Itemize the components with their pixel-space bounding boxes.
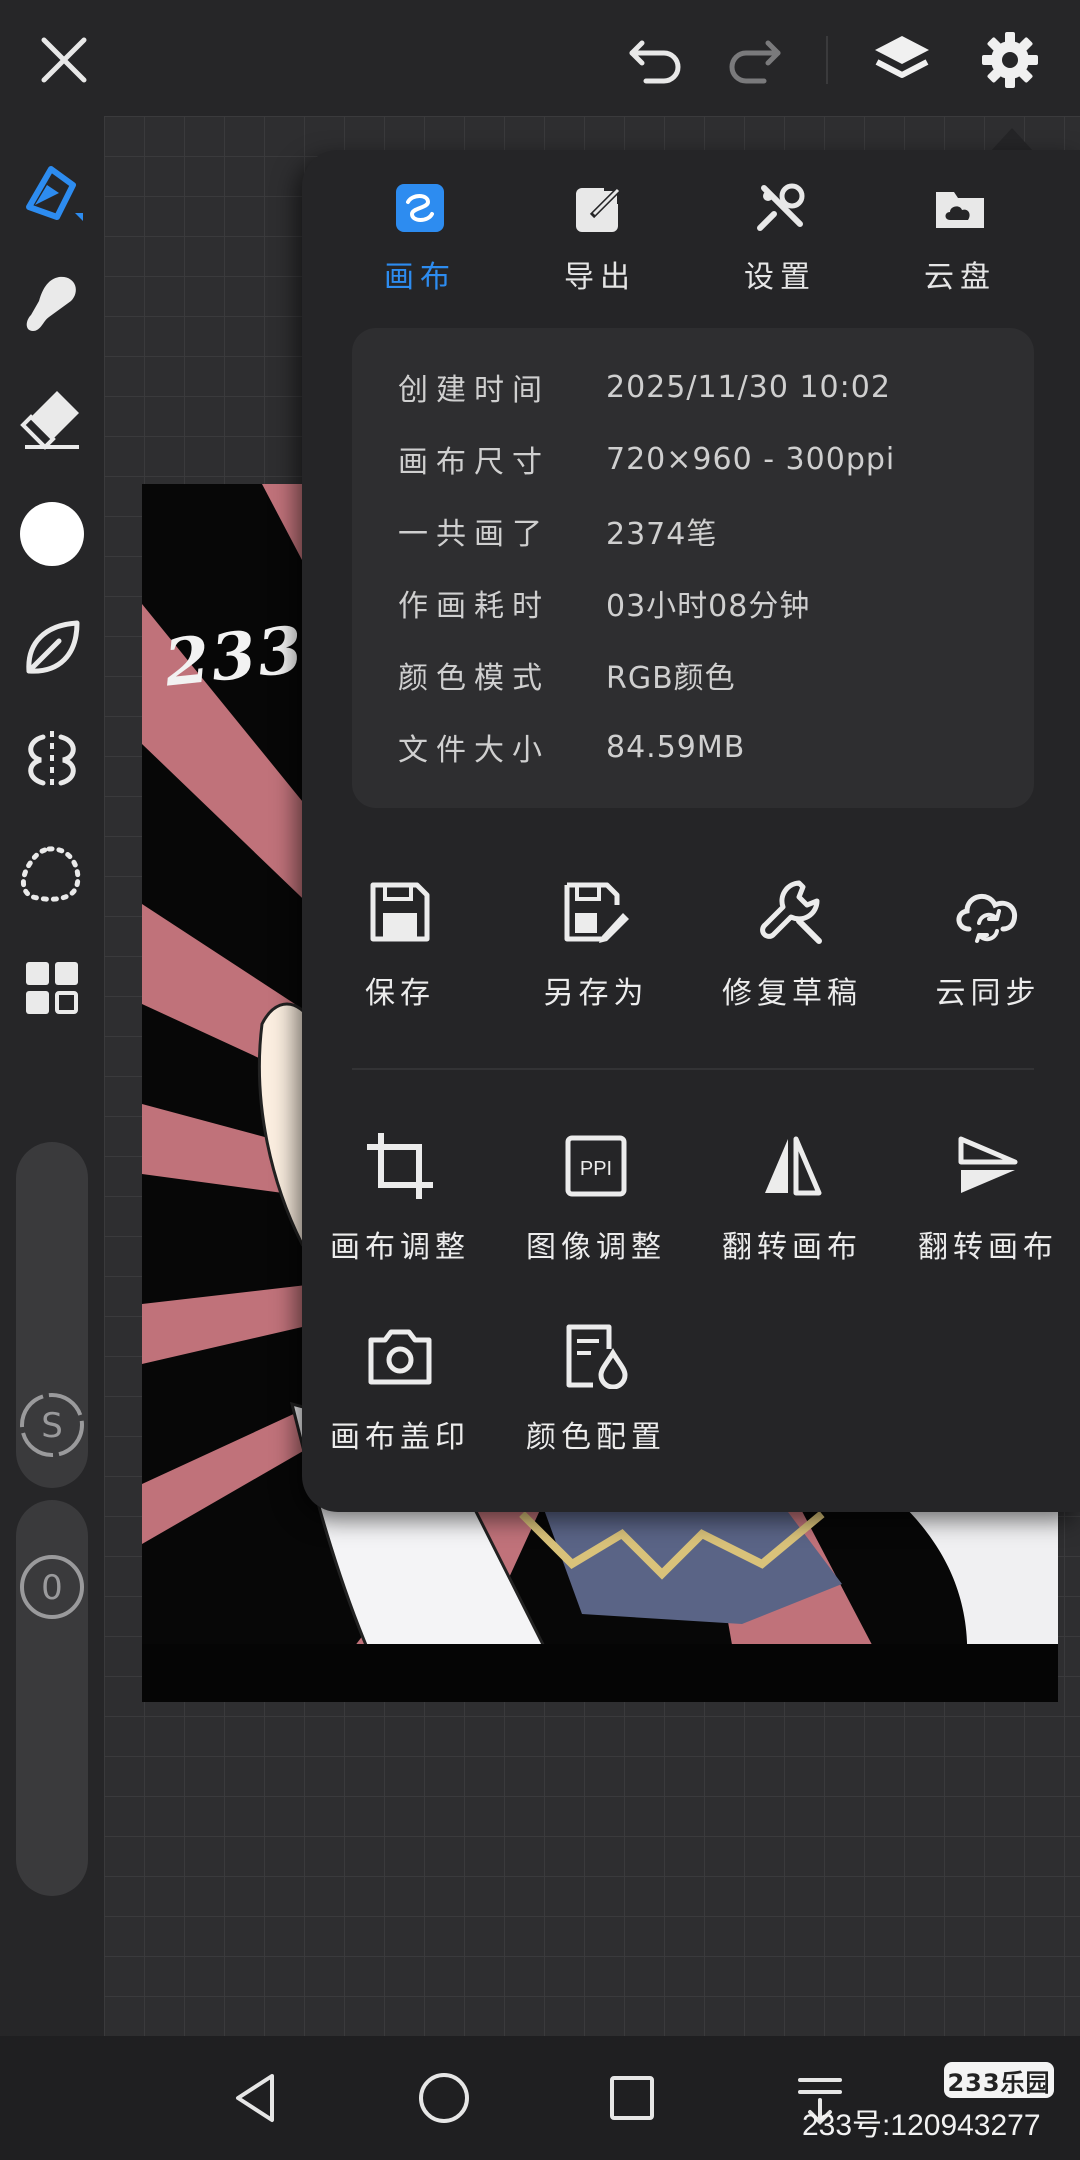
tab-settings[interactable]: 设置 (700, 182, 860, 312)
brush-icon[interactable] (14, 154, 90, 230)
eraser-icon[interactable] (14, 380, 90, 456)
svg-text:0: 0 (41, 1568, 63, 1608)
opacity-badge[interactable]: 0 (17, 1552, 87, 1622)
info-row-duration: 作画耗时 03小时08分钟 (398, 589, 811, 624)
camera-icon (360, 1316, 440, 1396)
info-row-file-size: 文件大小 84.59MB (398, 729, 746, 769)
canvas-adjust-label: 画布调整 (330, 1230, 470, 1265)
info-row-color-mode: 颜色模式 RGB颜色 (398, 661, 736, 696)
flip-canvas-horizontal-button[interactable]: 翻转画布 (694, 1126, 890, 1266)
lasso-icon[interactable] (14, 836, 90, 912)
tab-canvas[interactable]: 画布 (340, 182, 500, 312)
canvas-stamp-label: 画布盖印 (330, 1420, 470, 1455)
tab-export-label: 导出 (564, 260, 636, 295)
canvas-icon (394, 182, 446, 234)
canvas-stamp-button[interactable]: 画布盖印 (302, 1316, 498, 1456)
back-icon[interactable] (220, 2062, 292, 2134)
cloud-folder-icon (934, 182, 986, 234)
flip-canvas-horizontal-label: 翻转画布 (722, 1230, 862, 1265)
panel-divider (352, 1068, 1034, 1070)
info-row-created: 创建时间 2025/11/30 10:02 (398, 369, 891, 409)
tools-icon (754, 182, 806, 234)
canvas-adjust-button[interactable]: 画布调整 (302, 1126, 498, 1266)
tab-canvas-label: 画布 (384, 260, 456, 295)
save-as-icon (556, 872, 636, 952)
save-as-button[interactable]: 另存为 (498, 872, 694, 1012)
symmetry-icon[interactable] (14, 722, 90, 798)
image-adjust-label: 图像调整 (526, 1230, 666, 1265)
flip-vertical-icon (948, 1126, 1028, 1206)
svg-text:S: S (41, 1406, 63, 1446)
repair-draft-button[interactable]: 修复草稿 (694, 872, 890, 1012)
ppi-icon: PPI (556, 1126, 636, 1206)
gear-icon[interactable] (972, 22, 1048, 98)
save-as-label: 另存为 (543, 976, 649, 1011)
brush-size-badge[interactable]: S (17, 1390, 87, 1460)
save-label: 保存 (365, 976, 435, 1011)
wrench-icon (752, 872, 832, 952)
grid-icon[interactable] (14, 950, 90, 1026)
tab-cloud-drive-label: 云盘 (924, 260, 996, 295)
top-bar (0, 0, 1080, 116)
svg-text:PPI: PPI (580, 1158, 612, 1180)
toolbar-separator (826, 36, 828, 84)
layers-icon[interactable] (864, 22, 940, 98)
crop-icon (360, 1126, 440, 1206)
redo-icon[interactable] (716, 22, 792, 98)
cloud-sync-icon (948, 872, 1028, 952)
export-icon (574, 182, 626, 234)
close-icon[interactable] (26, 22, 102, 98)
panel-pointer (990, 128, 1034, 152)
color-profile-icon (556, 1316, 636, 1396)
canvas-settings-panel: 画布 导出 设置 云盘 创建时间 2025/11/30 10:02 画布尺寸 720… (302, 150, 1080, 1512)
image-adjust-button[interactable]: PPI 图像调整 (498, 1126, 694, 1266)
flip-canvas-vertical-button[interactable]: 翻转画布 (890, 1126, 1080, 1266)
user-id-watermark: 233号:120943277 (802, 2109, 1041, 2142)
tab-cloud-drive[interactable]: 云盘 (880, 182, 1040, 312)
home-icon[interactable] (408, 2062, 480, 2134)
tab-settings-label: 设置 (744, 260, 816, 295)
undo-icon[interactable] (618, 22, 694, 98)
flip-horizontal-icon (752, 1126, 832, 1206)
smudge-icon[interactable] (14, 266, 90, 342)
save-button[interactable]: 保存 (302, 872, 498, 1012)
canvas-info-box: 创建时间 2025/11/30 10:02 画布尺寸 720×960 - 300pp… (352, 328, 1034, 808)
brand-badge: 233乐园 (944, 2062, 1054, 2098)
recents-icon[interactable] (596, 2062, 668, 2134)
color-profile-label: 颜色配置 (526, 1420, 666, 1455)
save-icon (360, 872, 440, 952)
color-profile-button[interactable]: 颜色配置 (498, 1316, 694, 1456)
info-row-strokes: 一共画了 2374笔 (398, 517, 718, 552)
info-row-size: 画布尺寸 720×960 - 300ppi (398, 441, 896, 481)
repair-draft-label: 修复草稿 (722, 976, 862, 1011)
tab-export[interactable]: 导出 (520, 182, 680, 312)
cloud-sync-button[interactable]: 云同步 (890, 872, 1080, 1012)
color-swatch[interactable] (14, 496, 90, 572)
cloud-sync-label: 云同步 (935, 976, 1041, 1011)
leaf-icon[interactable] (14, 610, 90, 686)
flip-canvas-vertical-label: 翻转画布 (918, 1230, 1058, 1265)
